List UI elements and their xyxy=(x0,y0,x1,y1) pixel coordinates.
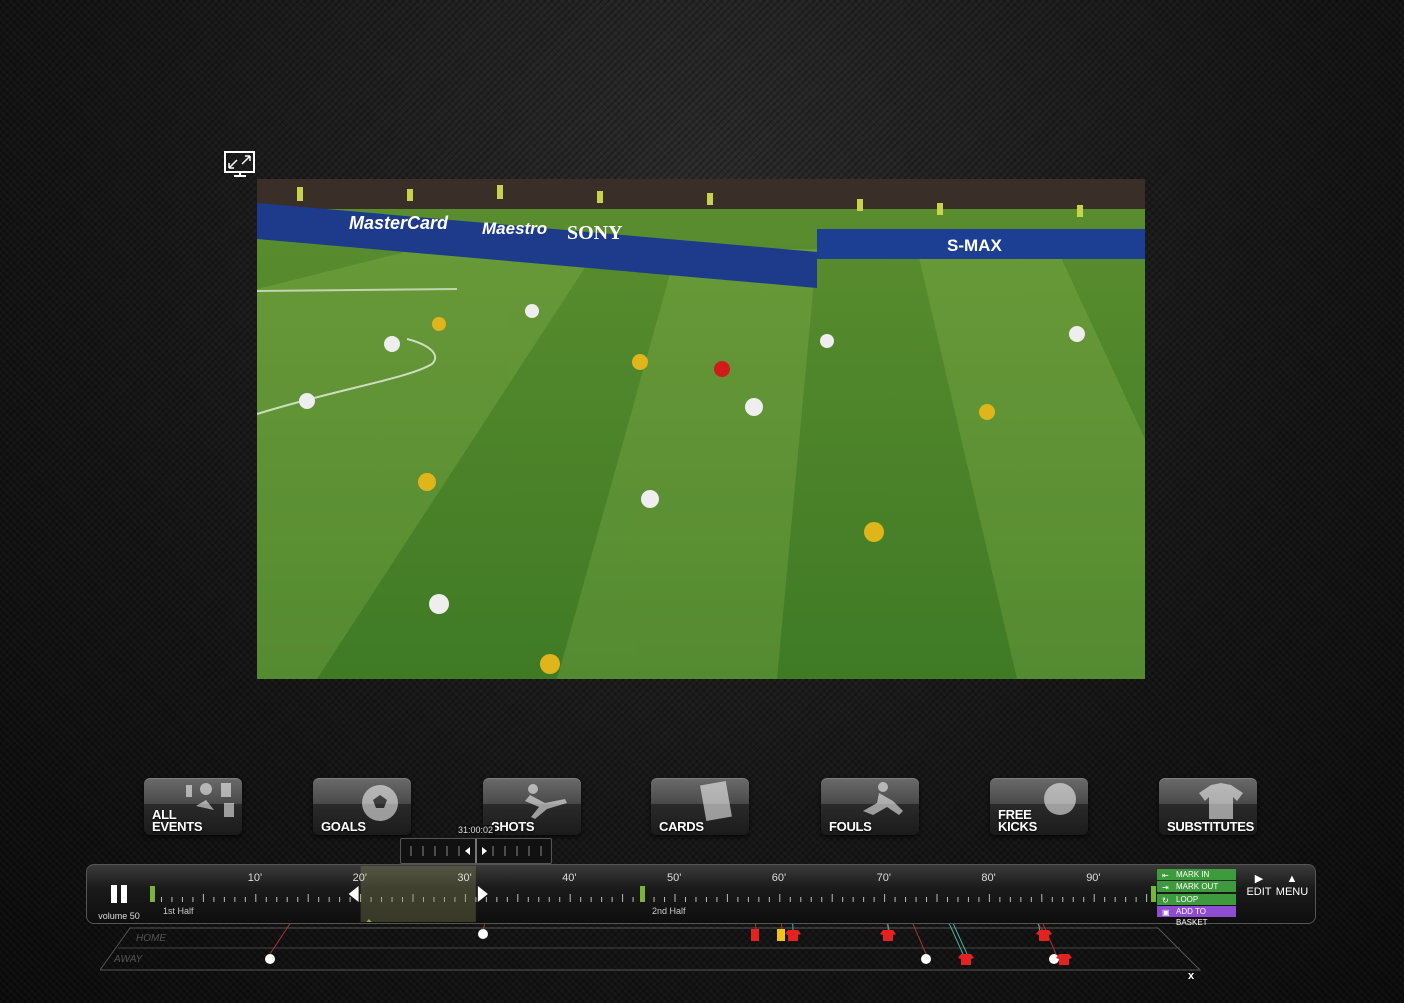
kicker-icon xyxy=(525,784,567,819)
category-label: SUBSTITUTES xyxy=(1167,819,1254,834)
category-label: SHOTS xyxy=(491,819,535,834)
substitution-shirt-icon[interactable] xyxy=(958,954,974,965)
category-cards-button[interactable]: CARDS xyxy=(651,778,749,835)
mark-in-button[interactable]: ⇤ MARK IN xyxy=(1157,869,1236,880)
category-shots-button[interactable]: SHOTS xyxy=(483,778,581,835)
timeline-tick-label: 60' xyxy=(771,872,787,884)
goal-ball-icon[interactable] xyxy=(921,954,931,964)
up-arrow-icon: ▲ xyxy=(1286,873,1298,885)
category-goals-button[interactable]: GOALS xyxy=(313,778,411,835)
svg-text:S-MAX: S-MAX xyxy=(947,236,1002,255)
video-frame: MasterCard Maestro SONY S-MAX xyxy=(257,179,1145,679)
second-half-label: 2nd Half xyxy=(652,906,686,916)
timeline-tick-label: 40' xyxy=(562,872,577,884)
half-end-marker xyxy=(1151,886,1156,902)
half-start-marker xyxy=(150,886,155,902)
away-track-label: AWAY xyxy=(113,954,144,965)
volume-label: volume 50 xyxy=(98,911,140,921)
substitution-shirt-icon[interactable] xyxy=(880,930,896,941)
play-arrow-icon: ▶ xyxy=(1254,873,1264,885)
video-player[interactable]: MasterCard Maestro SONY S-MAX xyxy=(257,179,1145,679)
event-tracks: HOME AWAY xyxy=(100,924,1202,971)
category-fouls-button[interactable]: FOULS xyxy=(821,778,919,835)
category-label: FREE KICKS xyxy=(998,807,1037,834)
home-track-label: HOME xyxy=(136,933,166,944)
ball-icon xyxy=(362,785,398,821)
pause-icon xyxy=(111,885,127,903)
mark-out-button[interactable]: ⇥ MARK OUT xyxy=(1157,881,1236,892)
timeline-tick-label: 20' xyxy=(352,872,367,884)
category-label: GOALS xyxy=(321,819,366,834)
mark-out-icon: ⇥ xyxy=(1162,883,1169,892)
timeline-tick-label: 80' xyxy=(981,872,996,884)
frame-scrubber[interactable] xyxy=(400,838,552,864)
loop-button[interactable]: ↻ LOOP xyxy=(1157,894,1236,905)
card-icon xyxy=(700,781,732,821)
category-all-events-button[interactable]: ALL EVENTS xyxy=(144,778,242,835)
first-half-label: 1st Half xyxy=(163,906,194,916)
fullscreen-button[interactable] xyxy=(222,150,258,180)
category-label: ALL EVENTS xyxy=(152,807,203,834)
substitution-shirt-icon[interactable] xyxy=(785,930,801,941)
category-free-kicks-button[interactable]: FREE KICKS xyxy=(990,778,1088,835)
half-start-marker xyxy=(640,886,645,902)
add-to-basket-button[interactable]: ▣ ADD TO BASKET xyxy=(1157,906,1236,927)
category-label: CARDS xyxy=(659,819,704,834)
mark-in-icon: ⇤ xyxy=(1162,871,1169,880)
yellow-card-icon[interactable] xyxy=(777,929,785,941)
goal-ball-icon xyxy=(478,929,488,939)
category-substitutes-button[interactable]: SUBSTITUTES xyxy=(1159,778,1257,835)
goal-ball-icon[interactable] xyxy=(1049,954,1059,964)
svg-text:MasterCard: MasterCard xyxy=(349,213,449,233)
red-card-icon[interactable] xyxy=(751,929,759,941)
step-back-icon xyxy=(465,847,470,855)
category-label: FOULS xyxy=(829,819,872,834)
timeline-tick-label: 10' xyxy=(247,872,263,884)
timeline-tick-label: 30' xyxy=(457,872,472,884)
tackle-icon xyxy=(863,782,903,815)
edit-button[interactable]: ▶ EDIT xyxy=(1244,872,1274,898)
basket-icon: ▣ xyxy=(1162,908,1170,917)
scrubber-time: 31:00:02 xyxy=(456,825,496,835)
fullscreen-icon xyxy=(224,151,255,177)
timeline-tick-label: 70' xyxy=(876,872,891,884)
close-button[interactable]: x xyxy=(1188,970,1194,982)
loop-icon: ↻ xyxy=(1162,896,1169,905)
timeline-tick-label: 50' xyxy=(667,872,682,884)
step-forward-icon xyxy=(482,847,487,855)
shirt-icon xyxy=(1199,783,1243,819)
home-event[interactable] xyxy=(478,929,488,939)
menu-button[interactable]: ▲ MENU xyxy=(1274,872,1310,898)
svg-text:SONY: SONY xyxy=(567,222,623,244)
svg-text:Maestro: Maestro xyxy=(482,219,547,238)
goal-ball-icon[interactable] xyxy=(265,954,275,964)
timeline-tick-label: 90' xyxy=(1086,872,1101,884)
